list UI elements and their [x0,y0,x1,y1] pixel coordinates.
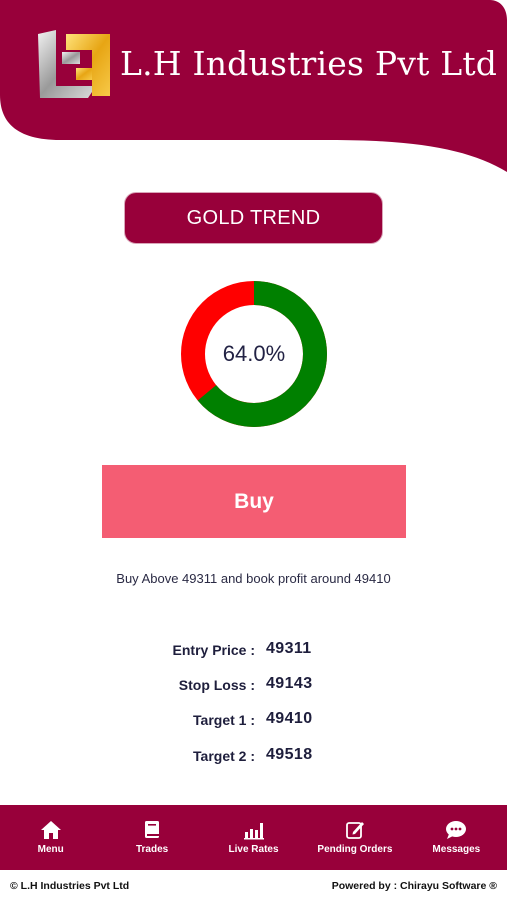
detail-row-entry-price: Entry Price : 49311 [0,640,507,662]
lh-logo-icon [36,30,112,100]
detail-value: 49410 [266,710,313,727]
bottom-nav: Menu Trades Live Rates Pending Orders Me… [0,805,507,870]
advice-text: Buy Above 49311 and book profit around 4… [116,571,391,586]
nav-label: Menu [37,844,64,855]
gold-trend-button[interactable]: GOLD TREND [124,192,383,244]
nav-live-rates[interactable]: Live Rates [203,805,304,870]
nav-menu[interactable]: Menu [0,805,101,870]
bar-chart-icon [243,823,264,840]
book-icon [145,821,160,838]
nav-label: Live Rates [228,844,279,855]
detail-value: 49518 [266,746,313,763]
chat-icon [446,821,467,839]
detail-label: Target 1 : [193,712,255,728]
nav-label: Messages [432,844,481,855]
nav-pending-orders[interactable]: Pending Orders [304,805,405,870]
detail-row-target-1: Target 1 : 49410 [0,710,507,732]
edit-icon [346,822,364,839]
detail-row-stop-loss: Stop Loss : 49143 [0,675,507,697]
footer: © L.H Industries Pvt Ltd Powered by : Ch… [0,870,507,900]
app-header: L.H Industries Pvt Ltd [0,0,507,175]
nav-trades[interactable]: Trades [101,805,202,870]
detail-row-target-2: Target 2 : 49518 [0,746,507,768]
home-icon [40,821,61,839]
detail-value: 49143 [266,675,313,692]
nav-messages[interactable]: Messages [406,805,507,870]
copyright-text: © L.H Industries Pvt Ltd [10,880,130,892]
nav-label: Pending Orders [317,844,393,855]
nav-label: Trades [135,844,169,855]
detail-label: Entry Price : [172,642,255,658]
buy-button[interactable]: Buy [102,465,406,538]
detail-label: Target 2 : [193,748,255,764]
brand-name: L.H Industries Pvt Ltd [120,44,498,83]
trend-percent: 64.0% [222,341,286,366]
powered-by-text: Powered by : Chirayu Software ® [331,880,497,892]
detail-value: 49311 [266,640,312,657]
detail-label: Stop Loss : [178,677,255,693]
